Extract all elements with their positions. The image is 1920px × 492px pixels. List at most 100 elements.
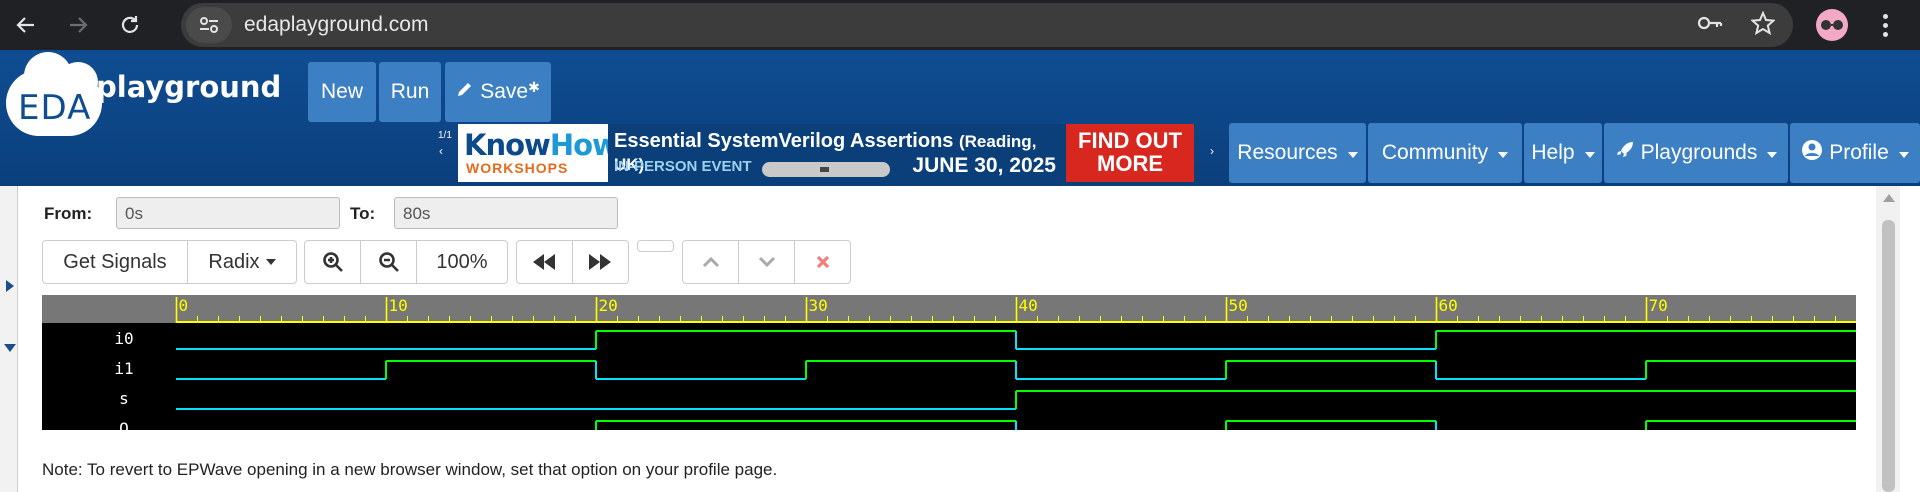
waveform-canvas: 0 10 20 30 40 50 60 70 i0 i1 sQ bbox=[42, 295, 1857, 440]
from-input[interactable]: 0s bbox=[116, 197, 340, 229]
reload-icon[interactable] bbox=[104, 0, 156, 50]
find-out-more-button[interactable]: FIND OUT MORE bbox=[1066, 124, 1194, 182]
remove-signal-button[interactable] bbox=[795, 241, 850, 283]
resources-menu[interactable]: Resources bbox=[1229, 123, 1366, 183]
logo-playground-text: playground bbox=[96, 70, 282, 104]
ruler-tick-label: 10 bbox=[389, 296, 408, 315]
zoom-out-icon bbox=[378, 252, 399, 272]
password-key-icon[interactable] bbox=[1697, 13, 1723, 38]
close-icon bbox=[816, 255, 829, 269]
help-menu[interactable]: Help bbox=[1524, 123, 1602, 183]
chevron-down-icon bbox=[1767, 151, 1778, 158]
brand-know: Know bbox=[464, 128, 551, 162]
profile-label: Profile bbox=[1829, 141, 1889, 164]
run-button[interactable]: Run bbox=[379, 62, 441, 122]
community-label: Community bbox=[1381, 141, 1489, 164]
site-info-icon[interactable] bbox=[186, 7, 232, 43]
from-label: From: bbox=[44, 204, 93, 223]
profile-menu[interactable]: Profile bbox=[1790, 123, 1920, 183]
knowhow-logo: KnowHow WORKSHOPS bbox=[458, 124, 619, 182]
empty-button[interactable] bbox=[637, 240, 674, 252]
signal-name-s: s bbox=[119, 389, 129, 408]
ruler-tick-label: 50 bbox=[1229, 296, 1248, 315]
address-bar[interactable]: edaplayground.com bbox=[181, 3, 1793, 47]
signal-name-i0: i0 bbox=[114, 329, 133, 348]
expand-right-icon[interactable] bbox=[6, 280, 14, 292]
app-header: EDA playground New Run Save ✱ 1/1 ‹ Know… bbox=[0, 50, 1920, 186]
to-input[interactable]: 80s bbox=[394, 197, 618, 229]
radix-label: Radix bbox=[208, 250, 260, 273]
eda-playground-logo[interactable]: EDA playground bbox=[4, 52, 281, 170]
community-menu[interactable]: Community bbox=[1368, 123, 1522, 183]
get-signals-button[interactable]: Get Signals bbox=[43, 241, 188, 283]
move-up-button[interactable] bbox=[683, 241, 739, 283]
bookmark-star-icon[interactable] bbox=[1750, 9, 1776, 40]
ruler-tick-label: 30 bbox=[809, 296, 828, 315]
zoom-level[interactable]: 100% bbox=[417, 241, 507, 283]
chevron-down-icon bbox=[265, 259, 276, 265]
epwave-panel: From: 0s To: 80s Get Signals Radix 100% bbox=[0, 186, 1920, 492]
chevron-up-icon bbox=[702, 256, 719, 268]
banner-progress bbox=[762, 162, 890, 177]
pencil-icon bbox=[456, 80, 474, 104]
signal-controls: Get Signals Radix bbox=[42, 240, 297, 284]
chevron-down-icon bbox=[758, 256, 775, 268]
waveform-viewer[interactable]: 0 10 20 30 40 50 60 70 i0 i1 s Q bbox=[42, 295, 1857, 440]
brand-sub: WORKSHOPS bbox=[466, 160, 569, 176]
step-backward-button[interactable] bbox=[517, 241, 573, 283]
chevron-down-icon bbox=[1498, 151, 1509, 158]
signal-order-controls bbox=[682, 240, 851, 284]
zoom-out-button[interactable] bbox=[361, 241, 417, 283]
ruler-tick-label: 60 bbox=[1439, 296, 1458, 315]
chevron-down-icon bbox=[1347, 151, 1358, 158]
profile-avatar-icon[interactable] bbox=[1816, 9, 1848, 41]
user-circle-icon bbox=[1801, 139, 1823, 167]
banner-event: IN-PERSON EVENT bbox=[614, 158, 752, 175]
url-text[interactable]: edaplayground.com bbox=[244, 13, 428, 37]
forward-icon[interactable] bbox=[52, 0, 104, 50]
chevron-down-icon bbox=[1584, 151, 1595, 158]
resources-label: Resources bbox=[1237, 141, 1338, 164]
banner-next-icon[interactable]: › bbox=[1210, 144, 1214, 158]
backward-icon bbox=[533, 254, 556, 270]
help-label: Help bbox=[1531, 141, 1575, 164]
ruler-tick-label: 0 bbox=[179, 296, 189, 315]
banner-date: JUNE 30, 2025 bbox=[912, 154, 1056, 177]
unsaved-marker: ✱ bbox=[528, 78, 540, 95]
signal-name-Q: Q bbox=[119, 419, 129, 430]
collapse-down-icon[interactable] bbox=[4, 344, 16, 352]
chevron-down-icon bbox=[1898, 151, 1909, 158]
banner-prev-icon[interactable]: ‹ bbox=[439, 144, 443, 158]
save-button[interactable]: Save ✱ bbox=[445, 62, 551, 122]
move-down-button[interactable] bbox=[739, 241, 795, 283]
scrollbar-thumb[interactable] bbox=[1882, 220, 1895, 492]
navigation-controls bbox=[516, 240, 629, 284]
banner-counter: 1/1 bbox=[438, 130, 452, 141]
playgrounds-menu[interactable]: Playgrounds bbox=[1604, 123, 1788, 183]
zoom-controls: 100% bbox=[304, 240, 508, 284]
signal-name-i1: i1 bbox=[114, 359, 133, 378]
save-label: Save bbox=[480, 80, 529, 103]
ruler-tick-label: 20 bbox=[599, 296, 618, 315]
forward-icon bbox=[589, 254, 612, 270]
rocket-icon bbox=[1615, 140, 1635, 166]
step-forward-button[interactable] bbox=[573, 241, 629, 283]
banner-title: Essential SystemVerilog Assertions bbox=[614, 130, 954, 152]
scroll-up-icon[interactable] bbox=[1883, 194, 1895, 202]
logo-eda-text: EDA bbox=[18, 88, 92, 128]
ruler-tick-label: 40 bbox=[1019, 296, 1038, 315]
back-icon[interactable] bbox=[0, 0, 52, 50]
left-gutter bbox=[0, 186, 18, 492]
new-button[interactable]: New bbox=[308, 62, 376, 122]
to-label: To: bbox=[350, 204, 376, 223]
knowhow-ad-banner[interactable]: KnowHow WORKSHOPS Essential SystemVerilo… bbox=[458, 124, 1194, 182]
note-text: Note: To revert to EPWave opening in a n… bbox=[42, 460, 778, 479]
ruler-tick-label: 70 bbox=[1649, 296, 1668, 315]
zoom-in-button[interactable] bbox=[305, 241, 361, 283]
menu-kebab-icon[interactable] bbox=[1870, 8, 1900, 42]
banner-info: Essential SystemVerilog Assertions (Read… bbox=[608, 124, 1066, 182]
radix-dropdown[interactable]: Radix bbox=[188, 241, 296, 283]
browser-toolbar: edaplayground.com bbox=[0, 0, 1920, 50]
zoom-in-icon bbox=[322, 252, 343, 272]
playgrounds-label: Playgrounds bbox=[1640, 141, 1758, 164]
